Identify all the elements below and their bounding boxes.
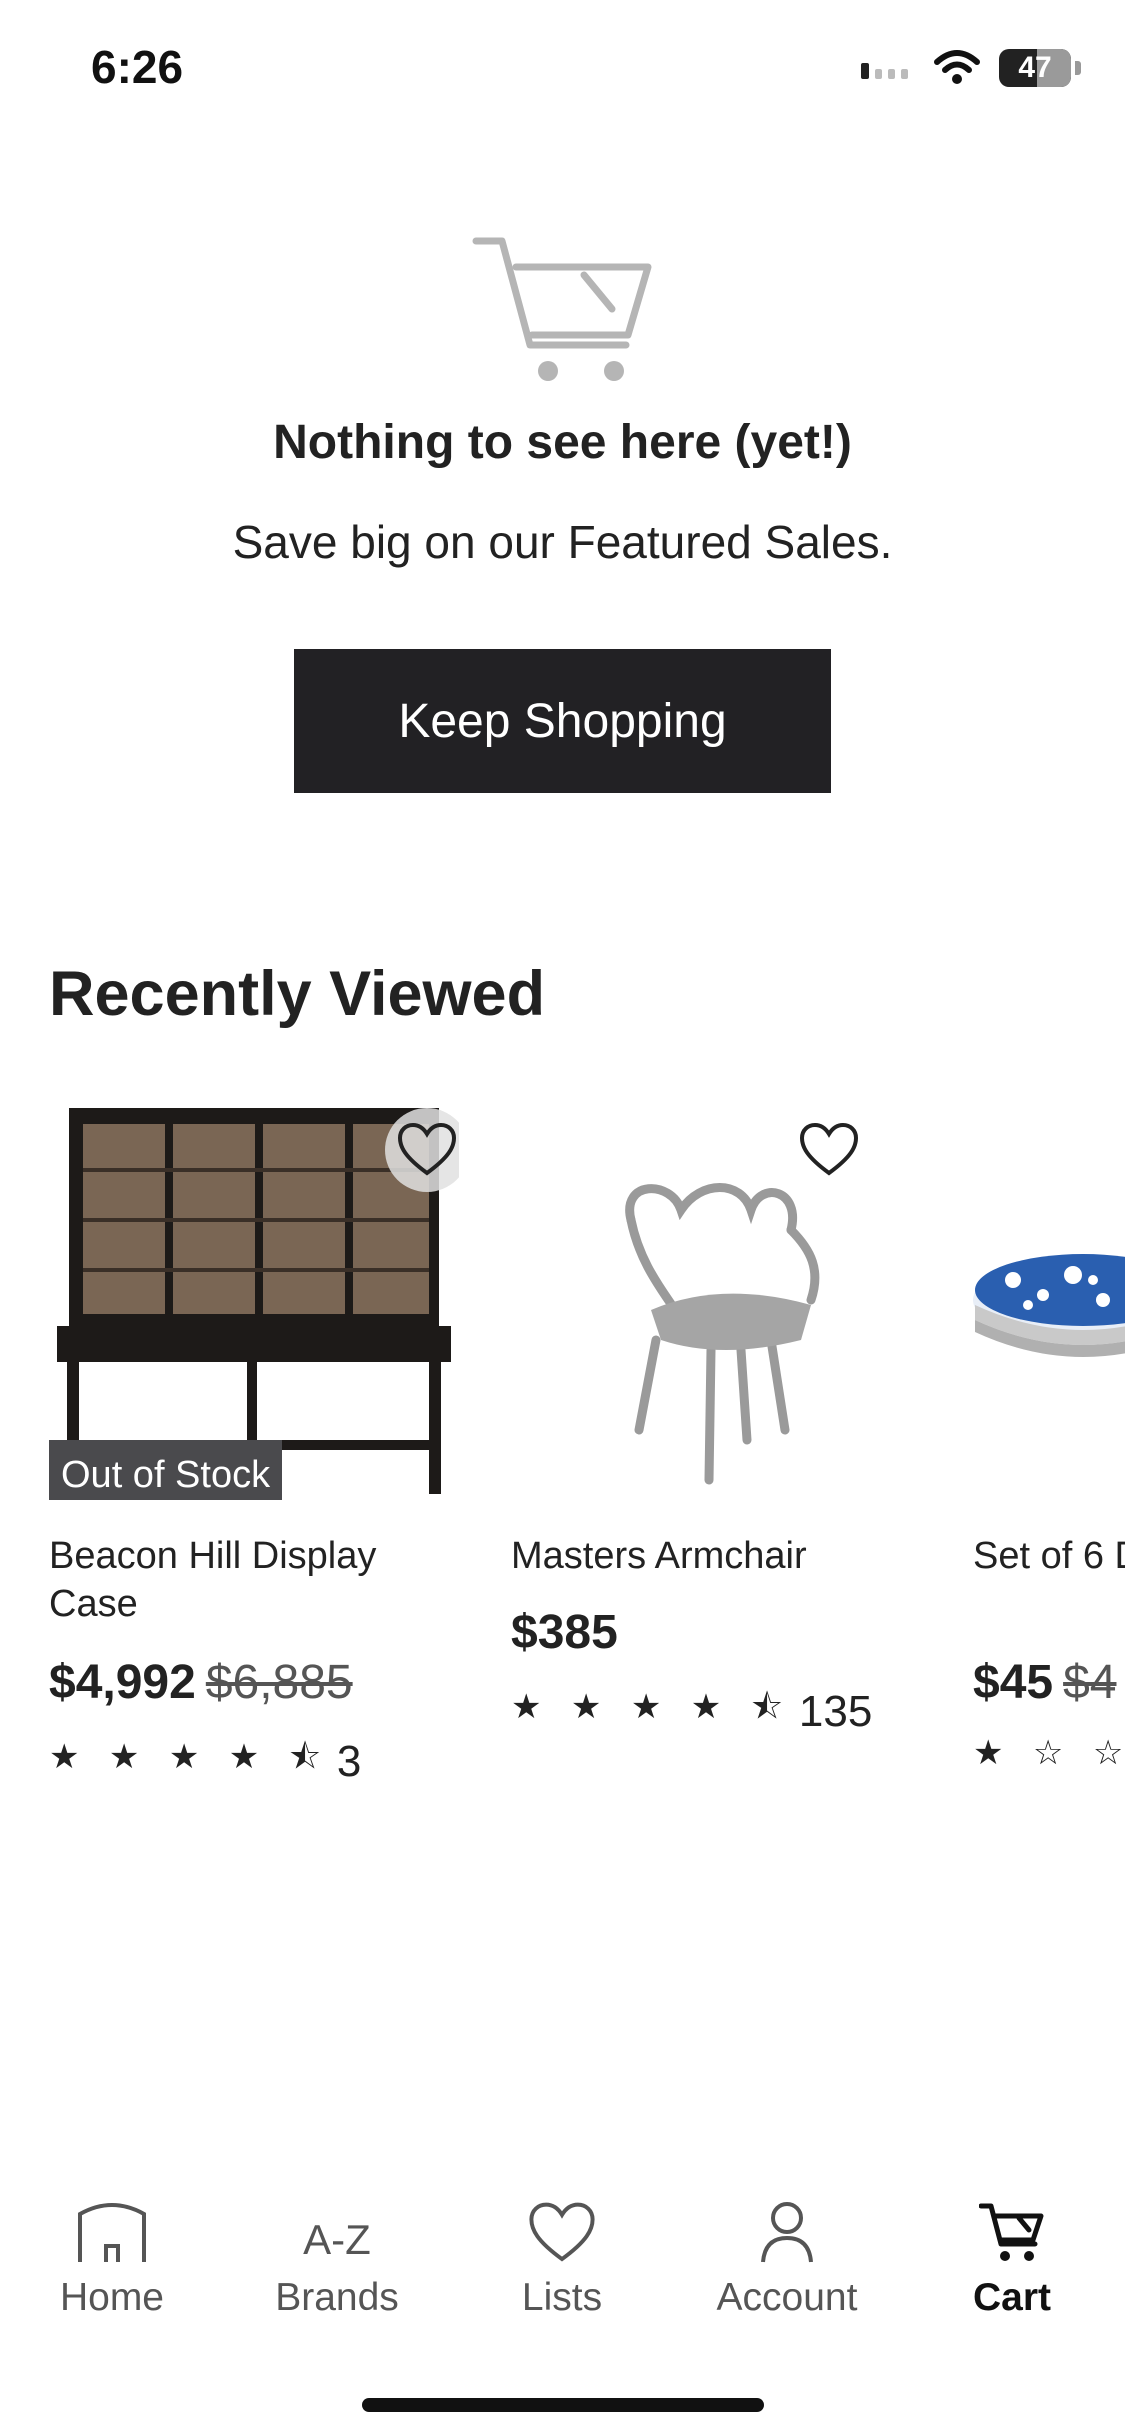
tab-account[interactable]: Account: [687, 2190, 887, 2340]
product-name[interactable]: Set of 6 Dishes: [973, 1532, 1125, 1580]
heart-icon: [529, 2202, 595, 2262]
keep-shopping-button[interactable]: Keep Shopping: [294, 649, 831, 793]
cellular-signal-icon: [861, 63, 908, 79]
home-indicator[interactable]: [362, 2398, 764, 2412]
empty-cart-icon: [472, 237, 652, 381]
price-row: $4,992 $6,885: [49, 1655, 353, 1710]
rating: ★ ☆ ☆ ☆: [973, 1733, 1125, 1773]
tab-label: Lists: [521, 2276, 603, 2319]
favorite-button[interactable]: [787, 1108, 871, 1192]
empty-cart-subtitle: Save big on our Featured Sales.: [232, 516, 893, 568]
product-name[interactable]: Beacon Hill Display Case: [49, 1532, 449, 1628]
tab-cart[interactable]: Cart: [912, 2190, 1112, 2340]
dishes-image: [973, 1254, 1125, 1357]
rating: ★ ★ ★ ★ ⯪ 3: [49, 1733, 361, 1790]
tab-home[interactable]: Home: [12, 2190, 212, 2340]
heart-icon: [799, 1123, 859, 1176]
home-icon: [78, 2203, 146, 2262]
product-card[interactable]: Out of Stock Beacon Hill Display Case $4…: [49, 1100, 469, 1800]
status-time: 6:26: [91, 41, 184, 93]
price-row: $45 $4: [973, 1655, 1116, 1710]
tab-label: Brands: [275, 2276, 399, 2319]
empty-cart-title: Nothing to see here (yet!): [273, 416, 852, 469]
review-count: 3: [336, 1736, 362, 1786]
recently-viewed-title: Recently Viewed: [49, 959, 546, 1029]
favorite-button[interactable]: [385, 1108, 459, 1192]
product-image[interactable]: Out of Stock: [49, 1100, 459, 1500]
heart-icon: [397, 1123, 457, 1176]
tab-label: Cart: [972, 2276, 1052, 2319]
tab-lists[interactable]: Lists: [462, 2190, 662, 2340]
tab-brands[interactable]: A-Z Brands: [237, 2190, 437, 2340]
bottom-tab-bar: Home A-Z Brands Lists Account Cart: [0, 2190, 1125, 2350]
star-rating-icon: ★ ☆ ☆ ☆: [973, 1734, 1125, 1772]
product-price: $4,992: [49, 1656, 196, 1709]
product-card[interactable]: Set of 6 Dishes $45$4 ★ ☆ ☆ ☆: [973, 1100, 1125, 1800]
rating: ★ ★ ★ ★ ⯪ 135: [511, 1683, 872, 1740]
star-rating-icon: ★ ★ ★ ★ ⯪: [511, 1688, 793, 1726]
tab-label: Home: [59, 2276, 165, 2319]
product-image[interactable]: [511, 1100, 921, 1500]
az-icon: A-Z: [303, 2216, 371, 2263]
battery-level: 47: [1018, 51, 1052, 84]
status-icons: 47: [859, 44, 1081, 92]
out-of-stock-badge: Out of Stock: [49, 1440, 283, 1500]
star-rating-icon: ★ ★ ★ ★ ⯪: [49, 1738, 331, 1776]
wifi-icon: [934, 50, 980, 84]
cart-icon: [979, 2203, 1044, 2261]
product-price: $45: [973, 1656, 1054, 1709]
battery-icon: 47: [999, 49, 1071, 87]
person-icon: [761, 2202, 813, 2263]
original-price: $4: [1063, 1656, 1117, 1709]
product-image[interactable]: [973, 1100, 1125, 1500]
product-name[interactable]: Masters Armchair: [511, 1532, 911, 1580]
review-count: 135: [798, 1686, 873, 1736]
original-price: $6,885: [205, 1656, 353, 1709]
product-card[interactable]: Masters Armchair $385 ★ ★ ★ ★ ⯪ 135: [511, 1100, 931, 1800]
tab-label: Account: [716, 2276, 858, 2319]
product-price: $385: [511, 1606, 618, 1659]
price-row: $385: [511, 1605, 618, 1660]
